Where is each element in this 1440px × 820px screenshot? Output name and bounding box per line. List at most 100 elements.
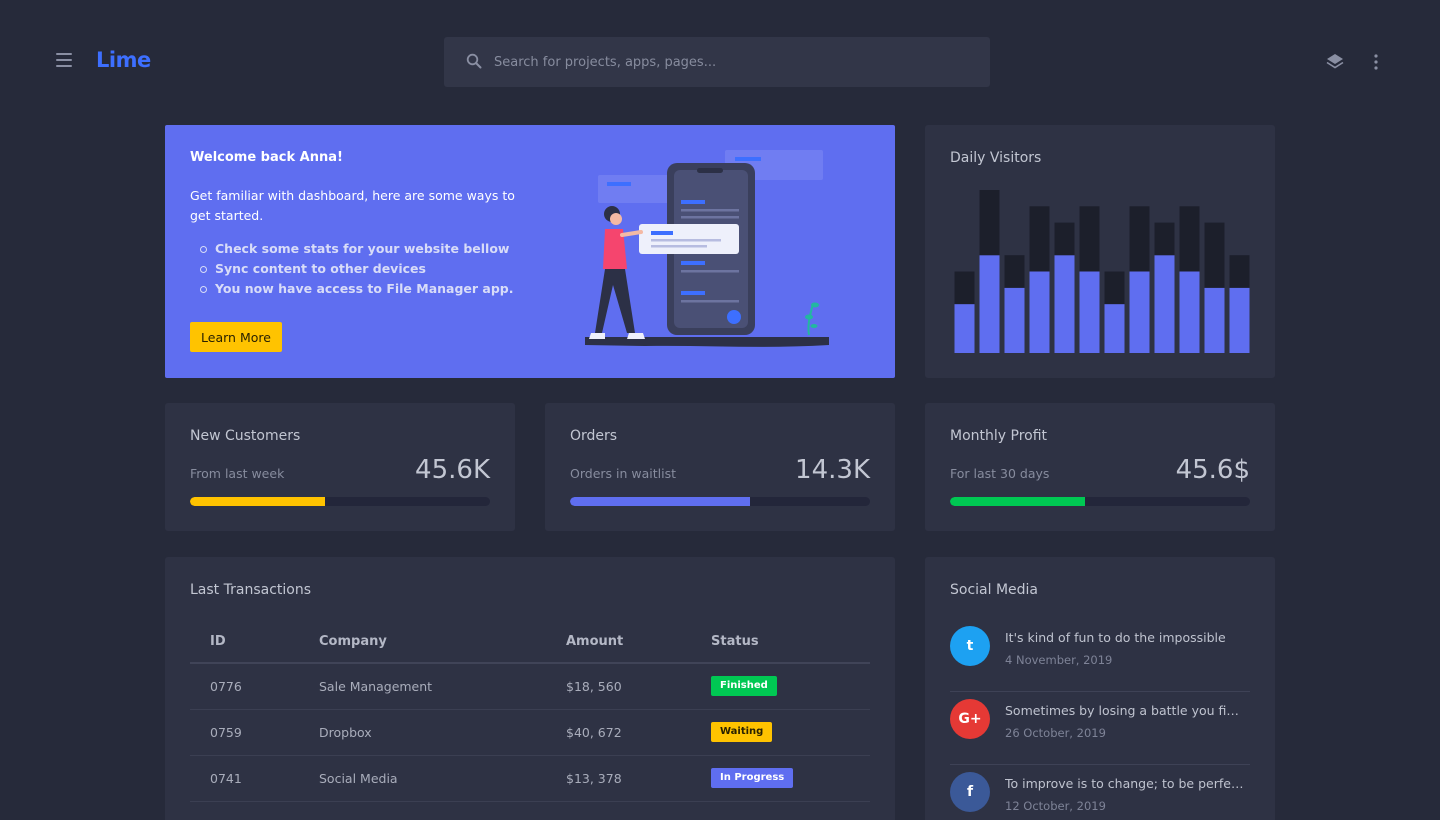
stat-subtitle: Orders in waitlist (570, 466, 676, 481)
visitors-bar-primary (1029, 271, 1050, 353)
welcome-tips-list: Check some stats for your website bellow… (190, 239, 514, 299)
welcome-tip: Sync content to other devices (190, 259, 514, 279)
visitors-bar-primary (1129, 271, 1150, 353)
more-vertical-icon[interactable] (1369, 52, 1383, 72)
stat-card-new-customers: New Customers From last week 45.6K (165, 403, 515, 531)
twitter-icon: t (950, 626, 990, 666)
cell-status: Waiting (691, 709, 870, 756)
daily-visitors-title: Daily Visitors (950, 150, 1042, 166)
stat-title: Orders (570, 428, 618, 444)
visitors-bar-primary (1054, 255, 1075, 353)
list-item[interactable]: f To improve is to change; to be perfect… (950, 765, 1250, 820)
cell-company: Social Media (299, 755, 546, 802)
visitors-bar-secondary (1104, 271, 1125, 305)
social-post-date: 4 November, 2019 (1005, 653, 1113, 667)
visitors-bar-primary (1179, 271, 1200, 353)
stat-progress-fill (950, 497, 1085, 506)
cell-amount: $18, 560 (546, 663, 691, 710)
stat-value: 45.6$ (1175, 455, 1250, 485)
cell-company: Sale Management (299, 663, 546, 710)
column-header-amount[interactable]: Amount (546, 621, 691, 664)
stat-subtitle: From last week (190, 466, 285, 481)
stat-progress-fill (570, 497, 750, 506)
status-badge: Waiting (711, 722, 773, 742)
visitors-bar-secondary (1229, 255, 1250, 288)
visitors-bar-secondary (1179, 206, 1200, 272)
stat-title: New Customers (190, 428, 301, 444)
stat-value: 14.3K (795, 455, 870, 485)
social-post-date: 12 October, 2019 (1005, 799, 1106, 813)
cell-id: 0759 (190, 709, 299, 756)
social-post-text: It's kind of fun to do the impossible (1005, 630, 1226, 645)
stat-card-monthly-profit: Monthly Profit For last 30 days 45.6$ (925, 403, 1275, 531)
welcome-tip: You now have access to File Manager app. (190, 279, 514, 299)
welcome-title: Welcome back Anna! (190, 150, 343, 165)
daily-visitors-card: Daily Visitors (925, 125, 1275, 378)
status-badge: Finished (711, 676, 777, 697)
stat-title: Monthly Profit (950, 428, 1048, 444)
stat-card-orders: Orders Orders in waitlist 14.3K (545, 403, 895, 531)
social-post-text: Sometimes by losing a battle you find a … (1005, 703, 1245, 718)
visitors-bar-primary (954, 304, 975, 353)
visitors-bar-secondary (979, 190, 1000, 256)
social-post-date: 26 October, 2019 (1005, 726, 1106, 740)
google-plus-icon: G+ (950, 699, 990, 739)
stat-progress-track (950, 497, 1250, 506)
social-media-card: Social Media t It's kind of fun to do th… (925, 557, 1275, 820)
visitors-bar-secondary (1154, 222, 1175, 256)
table-row[interactable]: 0776 Sale Management $18, 560 Finished (190, 663, 870, 710)
facebook-icon: f (950, 772, 990, 812)
learn-more-button[interactable]: Learn More (190, 322, 282, 352)
daily-visitors-chart (954, 190, 1250, 353)
visitors-bar-secondary (1079, 206, 1100, 272)
layers-icon[interactable] (1325, 52, 1345, 72)
stat-progress-track (190, 497, 490, 506)
social-post-text: To improve is to change; to be perfect i… (1005, 776, 1245, 791)
cell-status: In Progress (691, 755, 870, 802)
list-item[interactable]: t It's kind of fun to do the impossible … (950, 619, 1250, 692)
hamburger-menu-icon[interactable] (56, 53, 72, 71)
visitors-bar-primary (1204, 287, 1225, 353)
cell-amount: $40, 672 (546, 709, 691, 756)
cell-status: Finished (691, 663, 870, 710)
column-header-id[interactable]: ID (190, 621, 299, 664)
visitors-bar-secondary (1129, 206, 1150, 272)
welcome-card: Welcome back Anna! Get familiar with das… (165, 125, 895, 378)
list-item[interactable]: G+ Sometimes by losing a battle you find… (950, 692, 1250, 765)
cell-id: 0741 (190, 755, 299, 802)
column-header-company[interactable]: Company (299, 621, 546, 664)
social-media-title: Social Media (950, 582, 1039, 598)
visitors-bar-primary (1004, 287, 1025, 353)
stat-subtitle: For last 30 days (950, 466, 1050, 481)
visitors-bar-primary (979, 255, 1000, 353)
visitors-bar-secondary (1004, 255, 1025, 288)
stat-progress-fill (190, 497, 325, 506)
top-bar: Lime (0, 0, 1440, 124)
last-transactions-card: Last Transactions ID Company Amount Stat… (165, 557, 895, 820)
visitors-bar-secondary (1054, 222, 1075, 256)
transactions-title: Last Transactions (190, 582, 311, 598)
visitors-bar-secondary (1204, 222, 1225, 288)
table-row[interactable]: 0759 Dropbox $40, 672 Waiting (190, 709, 870, 756)
welcome-illustration (585, 150, 829, 347)
visitors-bar-primary (1104, 304, 1125, 353)
search-icon (466, 53, 482, 69)
table-header-row: ID Company Amount Status (190, 621, 870, 664)
status-badge: In Progress (711, 768, 794, 788)
stat-value: 45.6K (415, 455, 490, 485)
visitors-bar-primary (1154, 255, 1175, 353)
visitors-bar-primary (1229, 287, 1250, 353)
cell-company: Dropbox (299, 709, 546, 756)
app-logo[interactable]: Lime (96, 48, 151, 72)
cell-id: 0776 (190, 663, 299, 710)
stat-progress-track (570, 497, 870, 506)
welcome-tip: Check some stats for your website bellow (190, 239, 514, 259)
welcome-subtitle: Get familiar with dashboard, here are so… (190, 188, 515, 223)
table-row[interactable]: 0741 Social Media $13, 378 In Progress (190, 755, 870, 802)
column-header-status[interactable]: Status (691, 621, 870, 664)
visitors-bar-secondary (954, 271, 975, 305)
search-bar[interactable] (444, 37, 990, 87)
social-list: t It's kind of fun to do the impossible … (950, 619, 1250, 820)
search-input[interactable] (494, 37, 974, 87)
transactions-table: ID Company Amount Status 0776 Sale Manag… (190, 621, 870, 802)
